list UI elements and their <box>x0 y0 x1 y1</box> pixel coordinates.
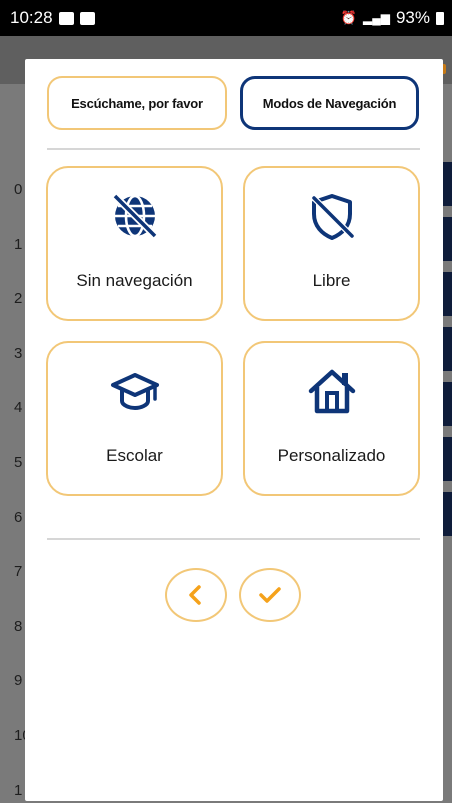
mode-card-school[interactable]: Escolar <box>46 341 223 496</box>
navigation-modes-dialog: Escúchame, por favor Modos de Navegación… <box>25 59 443 801</box>
graduation-cap-icon <box>110 373 159 410</box>
mode-label: Libre <box>312 271 351 290</box>
battery-icon <box>436 11 444 25</box>
divider-top <box>47 148 420 150</box>
app-notification-icon <box>79 11 95 25</box>
gallery-notification-icon <box>58 11 74 25</box>
house-icon <box>308 369 355 414</box>
check-icon <box>259 587 281 603</box>
battery-level: 93% <box>395 8 430 27</box>
shield-slash-icon <box>311 194 354 240</box>
confirm-button[interactable] <box>239 568 301 622</box>
back-button[interactable] <box>165 568 227 622</box>
navigation-modes-button[interactable]: Modos de Navegación <box>240 76 419 130</box>
mode-label: Personalizado <box>277 446 386 465</box>
status-time: 10:28 <box>10 8 53 27</box>
chevron-left-icon <box>189 585 201 605</box>
mode-label: Sin navegación <box>76 271 193 290</box>
listen-button[interactable]: Escúchame, por favor <box>47 76 227 130</box>
globe-slash-icon <box>112 193 157 239</box>
status-bar-right: ⏰ ▂▄▆ 93% <box>341 8 444 28</box>
alarm-icon: ⏰ <box>340 10 357 25</box>
mode-card-custom[interactable]: Personalizado <box>243 341 420 496</box>
status-bar-left: 10:28 <box>10 8 95 28</box>
mode-label: Escolar <box>106 446 163 465</box>
divider-bottom <box>47 538 420 540</box>
mode-card-no-navigation[interactable]: Sin navegación <box>46 166 223 321</box>
signal-icon: ▂▄▆ <box>363 11 390 25</box>
mode-card-free[interactable]: Libre <box>243 166 420 321</box>
status-bar: 10:28 ⏰ ▂▄▆ 93% <box>0 0 452 36</box>
